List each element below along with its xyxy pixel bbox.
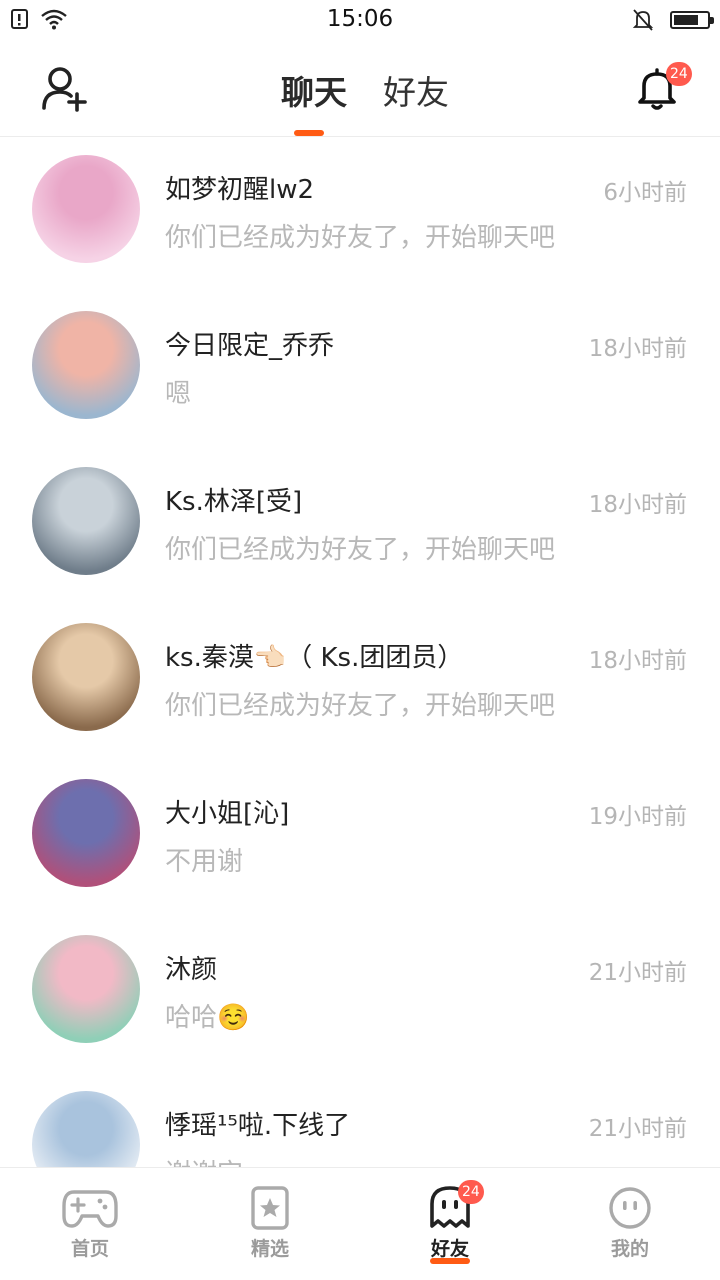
- chat-time: 18小时前: [588, 336, 687, 362]
- bell-muted-icon: [632, 9, 654, 31]
- nav-active-indicator: [430, 1258, 470, 1264]
- nav-friends[interactable]: 24 好友: [360, 1168, 540, 1280]
- nav-badge: 24: [458, 1180, 484, 1204]
- chat-preview: 谢谢宝: [165, 1153, 243, 1167]
- chat-name: 沐颜: [165, 955, 218, 985]
- chat-time: 19小时前: [588, 804, 687, 830]
- status-time: 15:06: [326, 6, 394, 32]
- chat-time: 21小时前: [588, 1116, 687, 1142]
- nav-label: 精选: [250, 1238, 289, 1260]
- chat-time: 6小时前: [603, 180, 687, 206]
- chat-list-item[interactable]: Ks.林泽[受] 18小时前 你们已经成为好友了，开始聊天吧: [0, 449, 720, 605]
- avatar[interactable]: [32, 623, 140, 731]
- battery-fill: [674, 15, 698, 25]
- header-tabs: 聊天 好友: [0, 66, 720, 114]
- avatar[interactable]: [32, 155, 140, 263]
- status-bar: 15:06: [0, 0, 720, 40]
- avatar[interactable]: [32, 935, 140, 1043]
- avatar[interactable]: [32, 1091, 140, 1167]
- chat-preview: 你们已经成为好友了，开始聊天吧: [165, 535, 556, 565]
- avatar[interactable]: [32, 467, 140, 575]
- tab-friends[interactable]: 好友: [383, 66, 449, 114]
- avatar[interactable]: [32, 779, 140, 887]
- chat-preview: 你们已经成为好友了，开始聊天吧: [165, 223, 556, 253]
- notification-button[interactable]: 24: [634, 62, 692, 112]
- gamepad-icon: [62, 1190, 118, 1228]
- screen: 15:06 聊天 好友 24 如梦初醒lw2 6小时前 你们已经成为好友了，开始…: [0, 0, 720, 1280]
- chat-preview: 不用谢: [165, 847, 244, 877]
- chat-list-item[interactable]: 大小姐[沁] 19小时前 不用谢: [0, 761, 720, 917]
- nav-home[interactable]: 首页: [0, 1168, 180, 1280]
- status-right: [632, 8, 714, 32]
- chat-name: 如梦初醒lw2: [165, 175, 315, 205]
- chat-preview: 你们已经成为好友了，开始聊天吧: [165, 691, 556, 721]
- chat-name: ks.秦漠👈🏻（ Ks.团团员）: [165, 643, 464, 673]
- chat-name: Ks.林泽[受]: [165, 487, 303, 517]
- tab-chat[interactable]: 聊天: [281, 66, 347, 114]
- nav-label: 首页: [70, 1238, 109, 1260]
- chat-list-item[interactable]: 悸瑶¹⁵啦.下线了 21小时前 谢谢宝: [0, 1073, 720, 1167]
- battery-icon: [670, 11, 714, 29]
- chat-time: 18小时前: [588, 492, 687, 518]
- chat-list-item[interactable]: 沐颜 21小时前 哈哈☺️: [0, 917, 720, 1073]
- face-icon: [609, 1187, 651, 1229]
- chat-time: 21小时前: [588, 960, 687, 986]
- nav-label: 好友: [430, 1238, 469, 1260]
- nav-featured[interactable]: 精选: [180, 1168, 360, 1280]
- header: 聊天 好友 24: [0, 40, 720, 137]
- chat-list-item[interactable]: 如梦初醒lw2 6小时前 你们已经成为好友了，开始聊天吧: [0, 137, 720, 293]
- chat-time: 18小时前: [588, 648, 687, 674]
- chat-list-item[interactable]: ks.秦漠👈🏻（ Ks.团团员） 18小时前 你们已经成为好友了，开始聊天吧: [0, 605, 720, 761]
- chat-list-item[interactable]: 今日限定_乔乔 18小时前 嗯: [0, 293, 720, 449]
- nav-label: 我的: [610, 1238, 649, 1260]
- star-icon: [251, 1186, 289, 1230]
- chat-name: 今日限定_乔乔: [165, 331, 335, 361]
- bottom-nav: 首页 精选 24 好友 我的: [0, 1167, 720, 1280]
- nav-profile[interactable]: 我的: [540, 1168, 720, 1280]
- tab-active-indicator: [294, 130, 324, 136]
- chat-name: 悸瑶¹⁵啦.下线了: [165, 1111, 351, 1141]
- notification-badge: 24: [666, 62, 692, 86]
- chat-list[interactable]: 如梦初醒lw2 6小时前 你们已经成为好友了，开始聊天吧 今日限定_乔乔 18小…: [0, 137, 720, 1167]
- chat-preview: 哈哈☺️: [165, 1003, 250, 1033]
- chat-preview: 嗯: [165, 379, 192, 409]
- avatar[interactable]: [32, 311, 140, 419]
- chat-name: 大小姐[沁]: [165, 799, 290, 829]
